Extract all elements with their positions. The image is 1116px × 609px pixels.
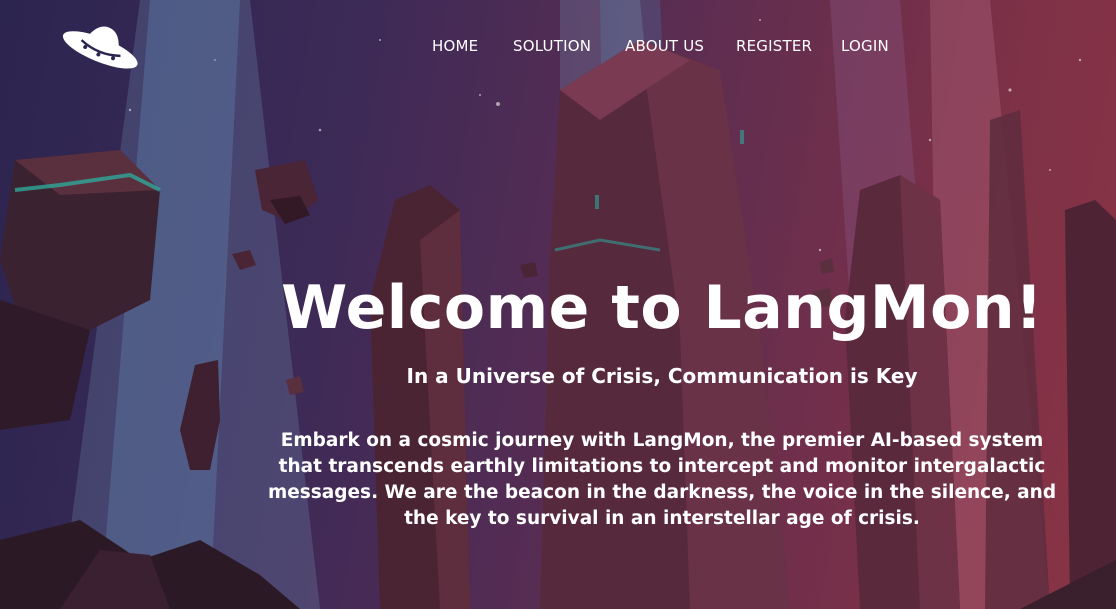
nav-register-link[interactable]: REGISTER: [736, 37, 812, 55]
hero-description: Embark on a cosmic journey with LangMon,…: [267, 430, 1057, 529]
nav-about-us-link[interactable]: ABOUT US: [625, 37, 704, 55]
hero-title: Welcome to LangMon!: [281, 273, 1043, 343]
site-header: HOME SOLUTION ABOUT US REGISTER LOGIN: [0, 0, 1116, 95]
nav-login-link[interactable]: LOGIN: [841, 37, 889, 55]
main-nav: HOME SOLUTION ABOUT US REGISTER LOGIN: [0, 37, 1116, 59]
hero-subtitle: In a Universe of Crisis, Communication i…: [406, 364, 918, 388]
nav-solution-link[interactable]: SOLUTION: [513, 37, 591, 55]
hero-section: Welcome to LangMon! In a Universe of Cri…: [262, 268, 1062, 532]
landing-page: HOME SOLUTION ABOUT US REGISTER LOGIN We…: [0, 0, 1116, 609]
nav-home-link[interactable]: HOME: [432, 37, 478, 55]
